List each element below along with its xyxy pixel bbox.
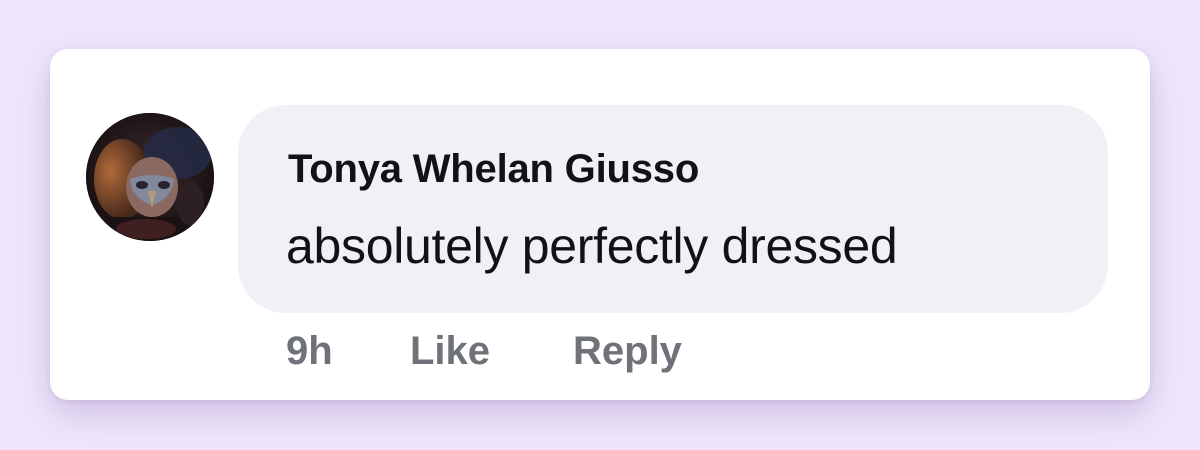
reply-button[interactable]: Reply [573,325,682,377]
comment-text: absolutely perfectly dressed [286,218,898,274]
comment-timestamp[interactable]: 9h [286,325,333,377]
like-button[interactable]: Like [410,325,490,377]
avatar[interactable] [86,113,214,241]
comment-bubble: Tonya Whelan Giusso absolutely perfectly… [238,105,1108,313]
comment-card: Tonya Whelan Giusso absolutely perfectly… [50,49,1150,400]
comment-author-name[interactable]: Tonya Whelan Giusso [288,147,699,192]
avatar-image [86,113,214,241]
